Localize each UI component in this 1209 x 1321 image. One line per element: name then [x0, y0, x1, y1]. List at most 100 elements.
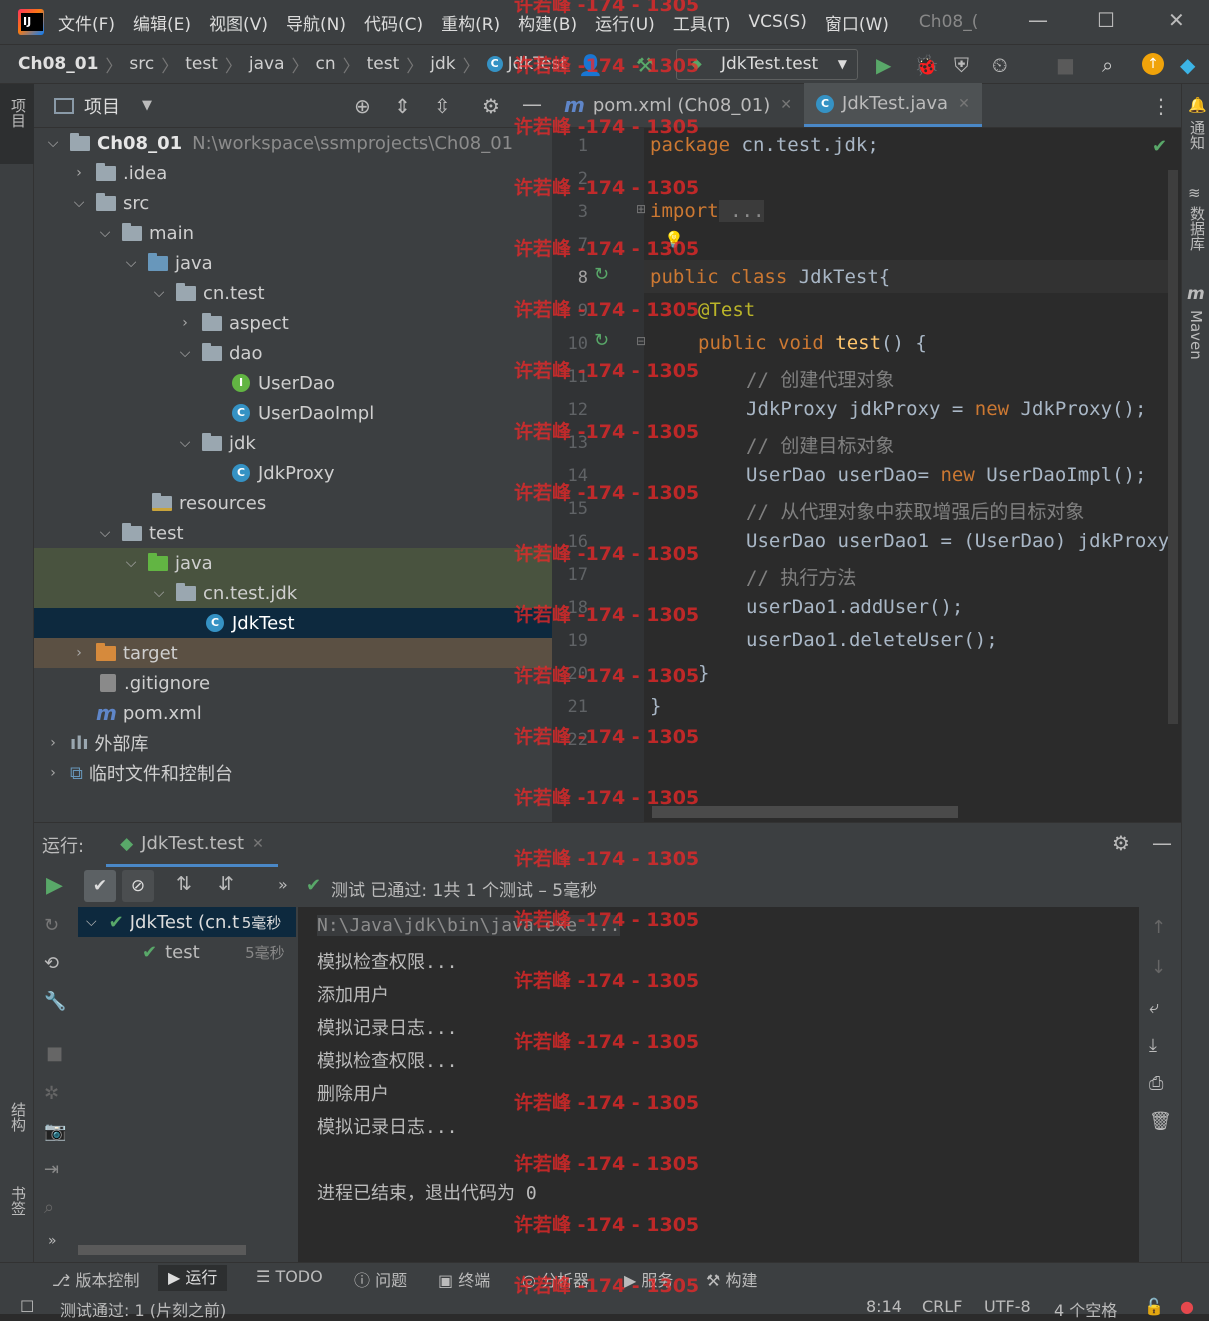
menu-vcs[interactable]: VCS(S) [748, 12, 806, 32]
console-line[interactable]: 进程已结束，退出代码为 0 [317, 1179, 537, 1205]
code-line[interactable]: userDao1.addUser(); [746, 596, 963, 618]
maximize-icon[interactable]: ☐ [1097, 8, 1115, 32]
history-icon[interactable]: ⌕ [44, 1197, 54, 1218]
stop-icon[interactable]: ■ [46, 1043, 63, 1064]
console-line[interactable]: 模拟检查权限... [317, 948, 458, 974]
breadcrumb-item[interactable]: JdkTest [508, 54, 567, 74]
project-tool-button[interactable]: 项目 [0, 84, 34, 164]
console-line[interactable]: 模拟检查权限... [317, 1047, 458, 1073]
close-tab-icon[interactable]: ✕ [252, 836, 264, 852]
fold-icon[interactable]: ⊞ [636, 202, 646, 216]
code-comment[interactable]: // 执行方法 [746, 563, 856, 590]
tree-item-resources[interactable]: resources [34, 488, 552, 518]
vertical-scrollbar[interactable] [1168, 170, 1178, 724]
code-line[interactable]: userDao1.deleteUser(); [746, 629, 998, 651]
horizontal-scrollbar[interactable] [652, 806, 958, 818]
arrow-up-icon[interactable]: ↑ [1151, 917, 1166, 938]
menu-code[interactable]: 代码(C) [364, 10, 423, 35]
console-line[interactable]: 添加用户 [317, 981, 389, 1007]
breadcrumb-item[interactable]: Ch08_01 [18, 54, 98, 74]
build-tab[interactable]: ⚒ 构建 [706, 1267, 757, 1291]
code-line[interactable]: public void test() { [698, 332, 927, 354]
build-hammer-icon[interactable]: ⚒ [636, 53, 654, 77]
tree-item-userdaoimpl[interactable]: C UserDaoImpl [34, 398, 552, 428]
tree-item-project-root[interactable]: ⌵ Ch08_01 N:\workspace\ssmprojects\Ch08_… [34, 128, 552, 158]
tree-item-cn-test[interactable]: ⌵ cn.test [34, 278, 552, 308]
close-tab-icon[interactable]: ✕ [780, 97, 792, 113]
tree-item-gitignore[interactable]: .gitignore [34, 668, 552, 698]
code-line[interactable]: } [650, 695, 661, 717]
todo-tab[interactable]: ☰ TODO [256, 1267, 323, 1286]
trash-icon[interactable]: 🗑 [1149, 1111, 1172, 1132]
code-comment[interactable]: // 创建目标对象 [746, 431, 894, 458]
lock-icon[interactable]: 🔓 [1144, 1297, 1164, 1316]
run-tool-tab[interactable]: ▶ 运行 [158, 1265, 228, 1291]
file-encoding[interactable]: UTF-8 [984, 1297, 1031, 1316]
tab-pom-xml[interactable]: m pom.xml (Ch08_01) ✕ [552, 83, 804, 127]
tree-item-target[interactable]: › target [34, 638, 552, 668]
breadcrumb-item[interactable]: test [185, 54, 218, 74]
project-panel-title[interactable]: 项目 [84, 93, 120, 119]
menu-refactor[interactable]: 重构(R) [441, 10, 500, 35]
console-line[interactable]: N:\Java\jdk\bin\java.exe ... [317, 915, 621, 936]
run-method-gutter-icon[interactable]: ↻ [594, 330, 609, 351]
tree-item-jdkproxy[interactable]: C JdkProxy [34, 458, 552, 488]
tree-item-userdao[interactable]: I UserDao [34, 368, 552, 398]
debug-icon[interactable]: 🐞 [914, 53, 939, 77]
panel-toggle-icon[interactable]: ☐ [20, 1297, 34, 1316]
update-icon[interactable]: ↑ [1142, 53, 1164, 75]
rerun-failed-icon[interactable]: ↻ [44, 915, 59, 936]
tree-item-aspect[interactable]: › aspect [34, 308, 552, 338]
breadcrumb-item[interactable]: cn [316, 54, 336, 74]
chevron-down-icon[interactable]: ▼ [142, 98, 152, 113]
gear-icon[interactable]: ⚙ [1112, 831, 1130, 855]
database-tool-label[interactable]: 数据库 [1187, 206, 1208, 251]
menu-build[interactable]: 构建(B) [518, 10, 577, 35]
test-tree-row[interactable]: ✔ test 5毫秒 [78, 937, 296, 967]
console-line[interactable]: 模拟记录日志... [317, 1113, 458, 1139]
camera-icon[interactable]: 📷 [44, 1121, 66, 1142]
code-line[interactable]: UserDao userDao= new UserDaoImpl(); [746, 464, 1146, 486]
code-comment[interactable]: // 从代理对象中获取增强后的目标对象 [746, 497, 1084, 524]
sort-alpha-icon[interactable]: ⇅ [176, 873, 192, 895]
show-ignored-toggle[interactable]: ⊘ [122, 870, 154, 902]
tree-item-scratches[interactable]: › ⧉ 临时文件和控制台 [34, 758, 552, 788]
tree-item-pom[interactable]: m pom.xml [34, 698, 552, 728]
tree-item-external-libraries[interactable]: › ılı 外部库 [34, 728, 552, 758]
profiler-tab[interactable]: ◎ 分析器 [522, 1267, 589, 1291]
code-line[interactable]: import ... [650, 200, 765, 222]
toggle-autotest-icon[interactable]: ⟲ [44, 953, 59, 974]
rerun-icon[interactable]: ▶ [46, 873, 63, 898]
run-icon[interactable]: ▶ [876, 53, 891, 77]
run-class-gutter-icon[interactable]: ↻ [594, 264, 609, 285]
tree-item-test-java[interactable]: ⌵ java [34, 548, 552, 578]
bookmarks-tool-label[interactable]: 书签 [8, 1186, 29, 1216]
console-line[interactable]: 删除用户 [317, 1080, 389, 1106]
soft-wrap-icon[interactable]: ⤶ [1149, 997, 1159, 1018]
import-icon[interactable]: ⇥ [44, 1159, 59, 1180]
fold-icon[interactable]: ⊟ [636, 334, 646, 348]
console-line[interactable]: 模拟记录日志... [317, 1014, 458, 1040]
close-window-icon[interactable]: ✕ [1168, 8, 1185, 32]
arrow-down-icon[interactable]: ↓ [1151, 957, 1166, 978]
menu-edit[interactable]: 编辑(E) [133, 10, 191, 35]
close-tab-icon[interactable]: ✕ [958, 96, 970, 112]
horizontal-scrollbar[interactable] [78, 1245, 246, 1255]
code-line[interactable]: UserDao userDao1 = (UserDao) jdkProxy [746, 530, 1168, 552]
code-line[interactable]: public class JdkTest{ [650, 266, 890, 288]
tree-item-idea[interactable]: › .idea [34, 158, 552, 188]
error-icon[interactable]: ● [1180, 1297, 1194, 1316]
show-passed-toggle[interactable]: ✔ [84, 870, 116, 902]
code-line[interactable]: JdkProxy jdkProxy = new JdkProxy(); [746, 398, 1146, 420]
toolbox-icon[interactable]: ◆ [1180, 53, 1195, 77]
breadcrumb-item[interactable]: test [367, 54, 400, 74]
tree-item-cn-test-jdk[interactable]: ⌵ cn.test.jdk [34, 578, 552, 608]
breadcrumb-item[interactable]: src [129, 54, 154, 74]
cursor-position[interactable]: 8:14 [866, 1297, 902, 1316]
scroll-to-end-icon[interactable]: ⤓ [1149, 1035, 1157, 1056]
code-line[interactable]: package cn.test.jdk; [650, 134, 879, 156]
minimize-icon[interactable]: — [1028, 8, 1048, 32]
tree-item-test[interactable]: ⌵ test [34, 518, 552, 548]
tree-item-jdktest[interactable]: C JdkTest [34, 608, 552, 638]
menu-window[interactable]: 窗口(W) [825, 10, 889, 35]
